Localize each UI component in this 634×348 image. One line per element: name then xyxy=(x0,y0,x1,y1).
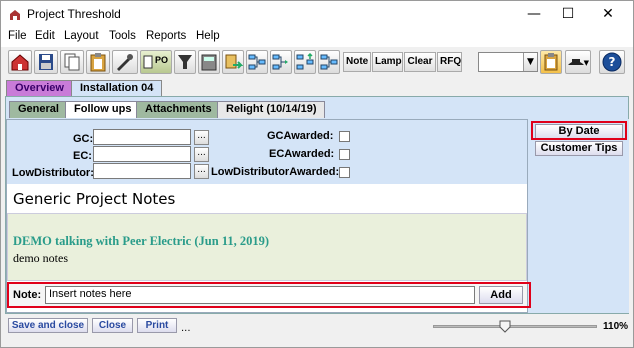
toolbar: PO Note Lamp Clear RFQ ▼ ▼ ? xyxy=(1,47,633,77)
ec-awarded-checkbox[interactable] xyxy=(339,149,350,160)
po-doc-icon xyxy=(143,55,153,69)
bottom-bar: Save and close Close Print ... 110% xyxy=(1,315,633,347)
tree-icon xyxy=(248,54,266,70)
clear-button[interactable]: Clear xyxy=(404,52,436,72)
zoom-level: 110% xyxy=(603,321,629,332)
note-toolbar-button[interactable]: Note xyxy=(343,52,371,72)
minimize-button[interactable]: — xyxy=(519,5,549,25)
clipboard-paste-icon xyxy=(544,53,558,71)
tab-relight[interactable]: Relight (10/14/19) xyxy=(217,101,326,118)
tree-arrow-icon xyxy=(272,54,288,70)
low-distributor-awarded-label: LowDistributorAwarded: xyxy=(211,166,340,178)
note-entry-text: demo notes xyxy=(13,251,68,265)
window-title: Project Threshold xyxy=(27,7,121,21)
clipboard-icon xyxy=(90,53,106,72)
floppy-icon xyxy=(39,54,53,70)
tree-down-icon xyxy=(320,54,338,70)
menu-tools[interactable]: Tools xyxy=(109,30,136,42)
print-button[interactable]: Print xyxy=(137,318,177,333)
filter-button[interactable] xyxy=(174,50,196,74)
save-toolbar-button[interactable] xyxy=(34,50,58,74)
notes-history: DEMO talking with Peer Electric (Jun 11,… xyxy=(7,213,527,281)
ec-label: EC: xyxy=(73,150,92,162)
app-icon xyxy=(10,10,20,20)
chevron-down-small-icon: ▼ xyxy=(583,59,589,67)
tree-left-button[interactable] xyxy=(246,50,268,74)
transfer-icon xyxy=(225,54,244,69)
gc-label: GC: xyxy=(73,133,94,145)
app-window: Project Threshold — ☐ ✕ File Edit Layout… xyxy=(0,0,634,348)
low-distributor-browse-button[interactable]: ... xyxy=(194,164,209,179)
toolbar-dropdown[interactable]: ▼ xyxy=(478,52,538,72)
tab-attachments[interactable]: Attachments xyxy=(136,101,221,118)
gc-browse-button[interactable]: ... xyxy=(194,130,209,145)
menu-edit[interactable]: Edit xyxy=(35,30,55,42)
home-button[interactable] xyxy=(8,50,32,74)
lamp-button[interactable]: Lamp xyxy=(372,52,403,72)
tools-button[interactable] xyxy=(112,50,138,74)
gc-field[interactable] xyxy=(93,129,191,145)
low-distributor-label: LowDistributor: xyxy=(12,167,94,179)
po-button[interactable]: PO xyxy=(140,50,172,74)
status-ellipsis: ... xyxy=(181,323,191,334)
tree-down-button[interactable] xyxy=(318,50,340,74)
gc-awarded-label: GCAwarded: xyxy=(267,130,334,142)
copy-icon xyxy=(64,53,80,71)
zoom-slider-thumb[interactable] xyxy=(499,320,511,333)
tab-follow-ups[interactable]: Follow ups xyxy=(65,101,141,118)
ec-field[interactable] xyxy=(93,146,191,162)
wrench-icon xyxy=(117,54,133,71)
zoom-slider[interactable] xyxy=(433,320,597,333)
maximize-button[interactable]: ☐ xyxy=(553,5,583,25)
highlight-by-date xyxy=(531,121,627,140)
home-icon xyxy=(11,54,29,71)
po-label: PO xyxy=(155,55,169,65)
save-and-close-button[interactable]: Save and close xyxy=(8,318,88,333)
tab-installation-04[interactable]: Installation 04 xyxy=(71,80,163,97)
chevron-down-icon: ▼ xyxy=(523,53,537,71)
clipboard-button[interactable] xyxy=(86,50,110,74)
title-bar: Project Threshold — ☐ ✕ xyxy=(1,1,633,29)
transfer-button[interactable] xyxy=(222,50,244,74)
note-entry-title: DEMO talking with Peer Electric (Jun 11,… xyxy=(13,234,269,248)
low-distributor-field[interactable] xyxy=(93,163,191,179)
help-icon: ? xyxy=(602,52,622,72)
calculator-icon xyxy=(201,54,217,71)
help-button[interactable]: ? xyxy=(599,50,625,74)
gc-awarded-checkbox[interactable] xyxy=(339,131,350,142)
tab-general[interactable]: General xyxy=(9,101,68,118)
customer-tips-button[interactable]: Customer Tips xyxy=(535,141,623,156)
menu-file[interactable]: File xyxy=(8,30,27,42)
ec-awarded-label: ECAwarded: xyxy=(269,148,335,160)
tree-up-icon xyxy=(296,52,314,70)
menu-help[interactable]: Help xyxy=(196,30,220,42)
spy-button[interactable]: ▼ xyxy=(565,50,591,74)
svg-text:?: ? xyxy=(609,55,616,69)
menu-reports[interactable]: Reports xyxy=(146,30,186,42)
filter-icon xyxy=(178,55,192,69)
highlight-note-bar xyxy=(7,282,531,308)
close-button[interactable]: Close xyxy=(92,318,133,333)
copy-button[interactable] xyxy=(60,50,84,74)
close-window-button[interactable]: ✕ xyxy=(593,5,623,25)
rfq-button[interactable]: RFQ xyxy=(437,52,462,72)
menu-bar: File Edit Layout Tools Reports Help xyxy=(1,29,633,47)
clipboard-active-button[interactable] xyxy=(540,50,562,74)
tab-overview[interactable]: Overview xyxy=(6,80,73,97)
tree-right-button[interactable] xyxy=(270,50,292,74)
ec-browse-button[interactable]: ... xyxy=(194,147,209,162)
tree-up-button[interactable] xyxy=(294,50,316,74)
notes-header: Generic Project Notes xyxy=(7,185,527,213)
menu-layout[interactable]: Layout xyxy=(64,30,99,42)
low-distributor-awarded-checkbox[interactable] xyxy=(339,167,350,178)
calculator-button[interactable] xyxy=(198,50,220,74)
